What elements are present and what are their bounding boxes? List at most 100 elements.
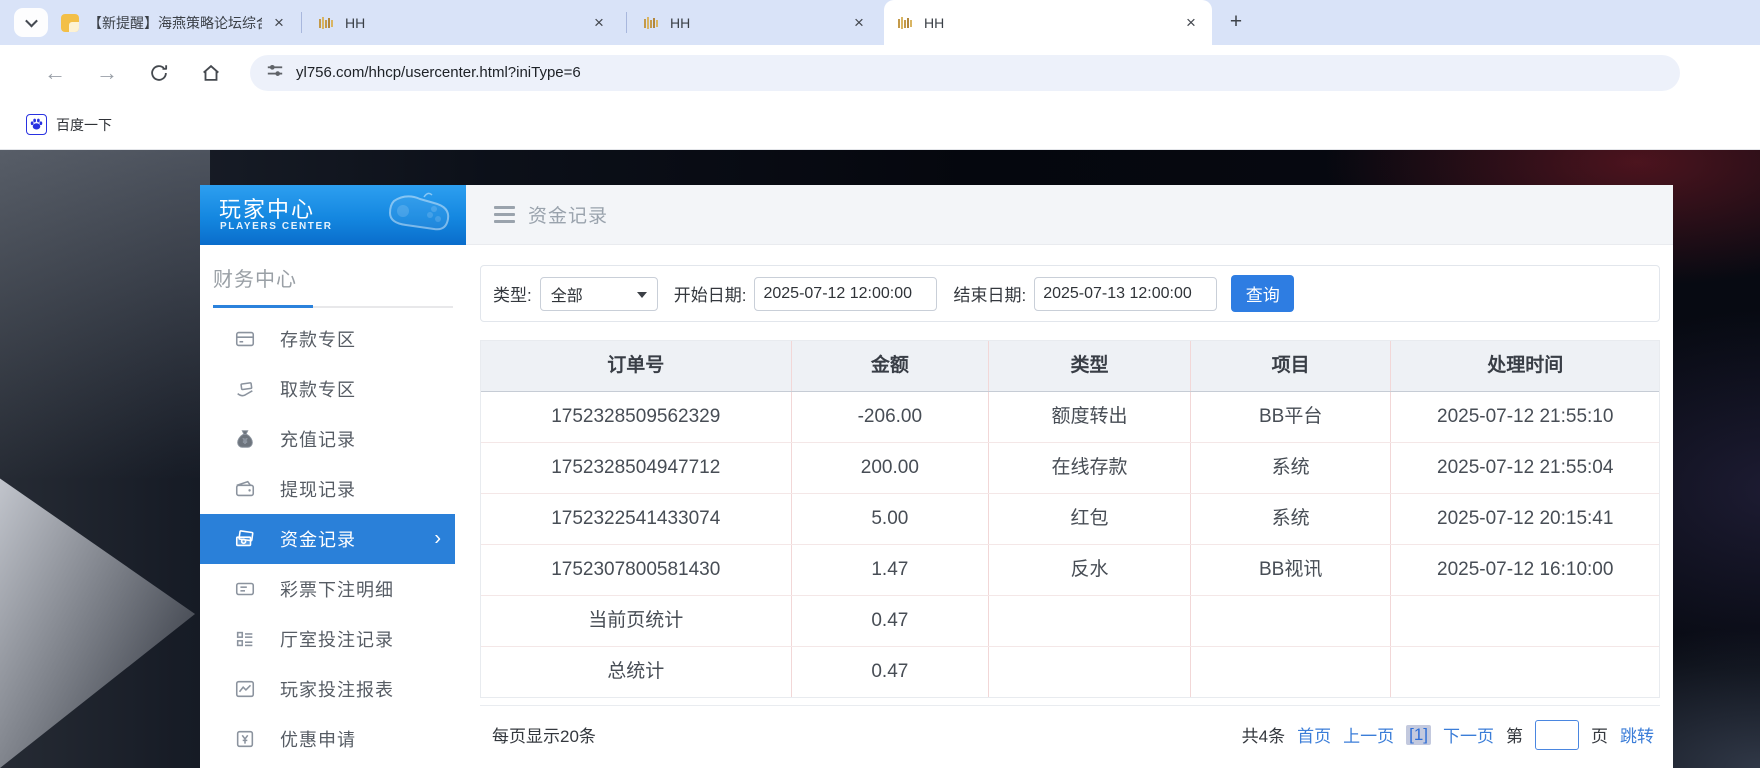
chevron-down-icon bbox=[25, 15, 38, 28]
cell-amount: 5.00 bbox=[792, 494, 990, 544]
sidebar-item-funds-record[interactable]: 资金记录 › bbox=[200, 514, 455, 564]
sidebar-item-player-report[interactable]: 玩家投注报表 bbox=[200, 664, 466, 714]
first-page-link[interactable]: 首页 bbox=[1297, 722, 1331, 747]
table-row: 1752307800581430 1.47 反水 BB视讯 2025-07-12… bbox=[481, 545, 1659, 596]
close-icon[interactable]: × bbox=[1180, 12, 1202, 34]
hamburger-icon[interactable] bbox=[494, 206, 515, 223]
coupon-icon bbox=[234, 728, 256, 750]
gold-logo-icon bbox=[897, 14, 915, 32]
home-icon[interactable] bbox=[194, 62, 228, 84]
sidebar-item-hall-bets[interactable]: 厅室投注记录 bbox=[200, 614, 466, 664]
withdraw-hand-icon bbox=[234, 378, 256, 400]
url-bar[interactable]: yl756.com/hhcp/usercenter.html?iniType=6 bbox=[250, 55, 1680, 91]
sidebar-item-label: 资金记录 bbox=[280, 526, 356, 552]
tab-hh-1[interactable]: HH × bbox=[305, 0, 620, 45]
sidebar-item-promo-apply[interactable]: 优惠申请 bbox=[200, 714, 466, 764]
column-header-type: 类型 bbox=[989, 341, 1191, 391]
cell-amount: 0.47 bbox=[792, 647, 990, 697]
cell-order-no: 1752322541433074 bbox=[481, 494, 792, 544]
tab-separator bbox=[301, 12, 302, 33]
prev-page-link[interactable]: 上一页 bbox=[1343, 722, 1394, 747]
sidebar-item-lottery-bets[interactable]: 彩票下注明细 bbox=[200, 564, 466, 614]
reload-icon[interactable] bbox=[142, 62, 176, 84]
type-select[interactable]: 全部 bbox=[540, 277, 658, 311]
cell-project: BB平台 bbox=[1191, 392, 1392, 442]
column-header-amount: 金额 bbox=[792, 341, 990, 391]
sidebar-item-deposit[interactable]: 存款专区 bbox=[200, 314, 466, 364]
browser-toolbar: ← → yl756.com/hhcp/usercenter.html?iniTy… bbox=[0, 45, 1760, 100]
new-tab-button[interactable]: + bbox=[1222, 9, 1250, 37]
sidebar-item-label: 提现记录 bbox=[280, 476, 356, 502]
column-header-project: 项目 bbox=[1191, 341, 1392, 391]
gamepad-icon bbox=[376, 189, 458, 245]
cell-label: 当前页统计 bbox=[481, 596, 792, 646]
forward-icon[interactable]: → bbox=[90, 60, 124, 86]
tab-forum[interactable]: 【新提醒】海燕策略论坛综合交 × bbox=[48, 0, 300, 45]
site-settings-icon[interactable] bbox=[266, 61, 284, 84]
sidebar-item-label: 彩票下注明细 bbox=[280, 576, 394, 602]
cell-time bbox=[1391, 647, 1659, 697]
close-icon[interactable]: × bbox=[848, 12, 870, 34]
page-suffix-label: 页 bbox=[1591, 722, 1608, 747]
cell-type: 反水 bbox=[989, 545, 1191, 595]
sidebar-item-recharge[interactable]: ¥ 充值记录 bbox=[200, 414, 466, 464]
jump-link[interactable]: 跳转 bbox=[1620, 722, 1654, 747]
cell-amount: 0.47 bbox=[792, 596, 990, 646]
tab-search-button[interactable] bbox=[14, 8, 48, 37]
table-header-row: 订单号 金额 类型 项目 处理时间 bbox=[481, 341, 1659, 392]
table-row: 1752328504947712 200.00 在线存款 系统 2025-07-… bbox=[481, 443, 1659, 494]
start-date-input[interactable] bbox=[754, 277, 937, 311]
browser-tabstrip: 【新提醒】海燕策略论坛综合交 × HH × HH × HH × + bbox=[0, 0, 1760, 45]
background-wedge bbox=[0, 460, 195, 768]
cell-time: 2025-07-12 21:55:10 bbox=[1391, 392, 1659, 442]
cell-type: 红包 bbox=[989, 494, 1191, 544]
bookmark-baidu[interactable]: 百度一下 bbox=[26, 114, 112, 135]
sidebar-item-label: 充值记录 bbox=[280, 426, 356, 452]
cell-project bbox=[1191, 647, 1392, 697]
query-button[interactable]: 查询 bbox=[1231, 275, 1294, 312]
table-row: 1752328509562329 -206.00 额度转出 BB平台 2025-… bbox=[481, 392, 1659, 443]
cell-project: 系统 bbox=[1191, 494, 1392, 544]
end-date-input[interactable] bbox=[1034, 277, 1217, 311]
ticket-icon bbox=[234, 578, 256, 600]
close-icon[interactable]: × bbox=[268, 12, 290, 34]
cell-type: 在线存款 bbox=[989, 443, 1191, 493]
type-label: 类型: bbox=[493, 281, 532, 306]
screen: 【新提醒】海燕策略论坛综合交 × HH × HH × HH × + bbox=[0, 0, 1760, 768]
tab-title: HH bbox=[924, 15, 1174, 31]
tab-hh-active[interactable]: HH × bbox=[884, 0, 1212, 45]
column-header-time: 处理时间 bbox=[1391, 341, 1659, 391]
table-row: 1752322541433074 5.00 红包 系统 2025-07-12 2… bbox=[481, 494, 1659, 545]
sidebar-item-label: 玩家投注报表 bbox=[280, 676, 394, 702]
type-select-value: 全部 bbox=[551, 282, 583, 306]
end-date-label: 结束日期: bbox=[953, 281, 1026, 306]
cell-time: 2025-07-12 20:15:41 bbox=[1391, 494, 1659, 544]
chevron-right-icon: › bbox=[434, 528, 441, 551]
wallet-icon bbox=[234, 478, 256, 500]
cell-amount: 200.00 bbox=[792, 443, 990, 493]
tab-hh-2[interactable]: HH × bbox=[630, 0, 880, 45]
sidebar-item-withdraw[interactable]: 取款专区 bbox=[200, 364, 466, 414]
sidebar-item-label: 存款专区 bbox=[280, 326, 356, 352]
close-icon[interactable]: × bbox=[588, 12, 610, 34]
cell-time bbox=[1391, 596, 1659, 646]
table-row-page-total: 当前页统计 0.47 bbox=[481, 596, 1659, 647]
cell-project: 系统 bbox=[1191, 443, 1392, 493]
next-page-link[interactable]: 下一页 bbox=[1443, 722, 1494, 747]
pagination-bar: 每页显示20条 共4条 首页 上一页 [1] 下一页 第 页 跳转 bbox=[480, 705, 1660, 763]
sidebar-item-withdraw-record[interactable]: 提现记录 bbox=[200, 464, 466, 514]
bookmarks-bar: 百度一下 bbox=[0, 100, 1760, 150]
sidebar: 玩家中心 PLAYERS CENTER 财务中心 存款专区 bbox=[200, 185, 466, 768]
cell-label: 总统计 bbox=[481, 647, 792, 697]
sidebar-banner: 玩家中心 PLAYERS CENTER bbox=[200, 185, 466, 245]
main-content: 类型: 全部 开始日期: 结束日期: 查询 订单号 金额 类型 项目 处理时间 bbox=[466, 245, 1673, 768]
page-title: 资金记录 bbox=[528, 201, 608, 228]
moneybag-icon: ¥ bbox=[234, 428, 256, 450]
page-jump-input[interactable] bbox=[1535, 720, 1579, 750]
cell-project bbox=[1191, 596, 1392, 646]
cell-order-no: 1752328504947712 bbox=[481, 443, 792, 493]
sidebar-section-title: 财务中心 bbox=[200, 245, 466, 292]
sidebar-item-label: 优惠申请 bbox=[280, 726, 356, 752]
back-icon[interactable]: ← bbox=[38, 60, 72, 86]
start-date-label: 开始日期: bbox=[674, 281, 747, 306]
